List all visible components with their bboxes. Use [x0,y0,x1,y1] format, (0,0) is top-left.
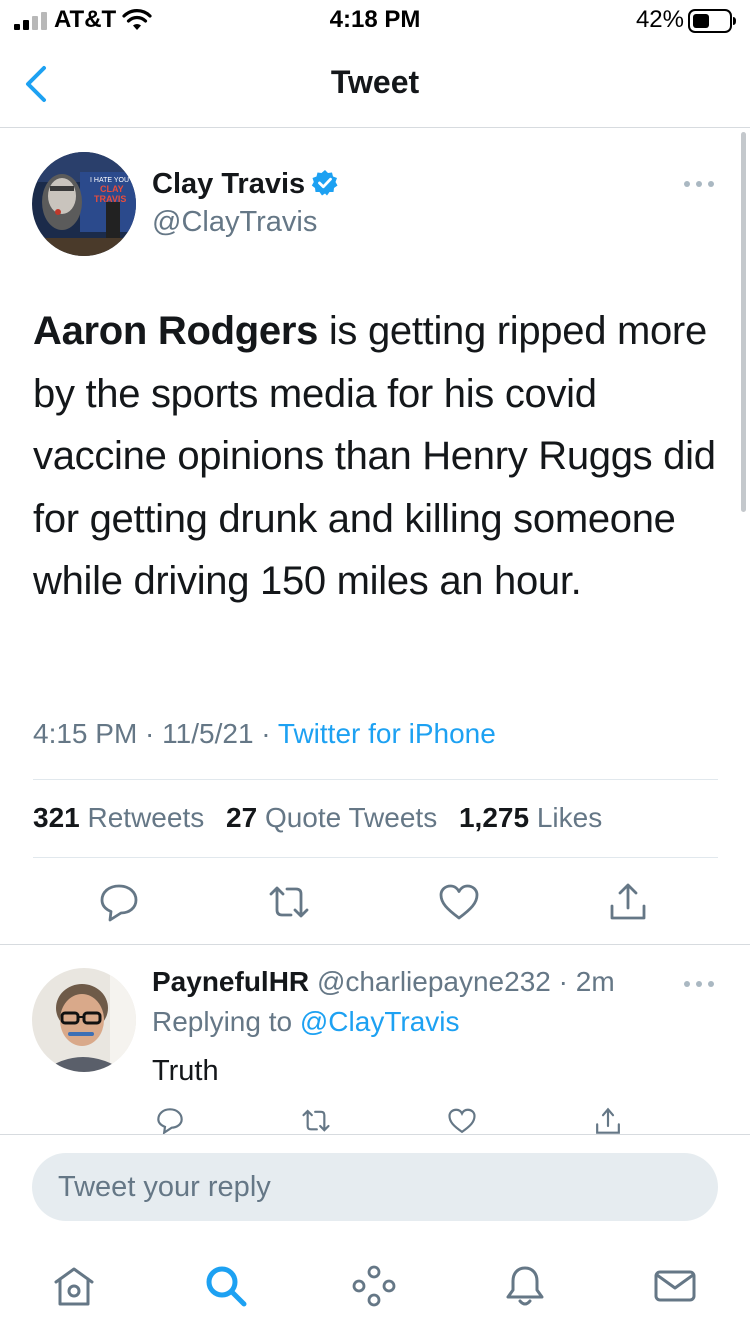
svg-text:TRAVIS: TRAVIS [94,194,126,204]
tweet-text-body: is getting ripped more by the sports med… [33,309,716,603]
battery-percentage: 42% [635,6,684,33]
share-icon[interactable] [606,880,650,924]
page-title: Tweet [330,64,420,100]
navigation-bar: Tweet [0,42,750,128]
reply-text: Truth [152,1055,219,1087]
divider [33,857,718,858]
reply-author-name[interactable]: PaynefulHR [152,966,309,997]
author-name[interactable]: Clay Travis [152,168,339,201]
status-bar: AT&T 4:18 PM 42% [0,0,750,42]
retweet-icon[interactable] [267,880,311,924]
scrollbar[interactable] [741,132,746,512]
spaces-icon[interactable] [350,1262,398,1310]
reply-retweet-icon[interactable] [298,1106,334,1136]
svg-text:CLAY: CLAY [100,184,124,194]
reply-header: PaynefulHR @charliepayne232 · 2m [152,966,615,997]
reply-like-icon[interactable] [444,1106,480,1136]
replying-to: Replying to @ClayTravis [152,1006,460,1037]
battery-icon [688,9,736,33]
reply-more-options-icon[interactable] [682,976,716,992]
replying-to-link[interactable]: @ClayTravis [300,1006,460,1037]
tweet-text: Aaron Rodgers is getting ripped more by … [33,300,723,613]
tweet-stats: 321 Retweets 27 Quote Tweets 1,275 Likes [33,802,602,834]
reply-input[interactable] [32,1153,718,1221]
reply-reply-icon[interactable] [152,1106,188,1136]
likes-stat[interactable]: 1,275 Likes [459,802,602,833]
reply-compose-area [0,1134,750,1234]
reply-icon[interactable] [97,880,141,924]
reply-avatar[interactable] [32,968,136,1072]
retweets-stat[interactable]: 321 Retweets [33,802,204,833]
more-options-icon[interactable] [682,176,716,192]
reply-share-icon[interactable] [590,1106,626,1136]
tab-bar [0,1234,750,1334]
home-icon[interactable] [50,1262,98,1310]
tweet-source-link[interactable]: Twitter for iPhone [278,718,496,749]
reply-author-handle[interactable]: @charliepayne232 [317,966,551,997]
notifications-icon[interactable] [501,1262,549,1310]
search-icon[interactable] [202,1262,250,1310]
tweet-timestamp: 4:15 PM · 11/5/21 · Twitter for iPhone [33,718,496,749]
messages-icon[interactable] [651,1262,699,1310]
divider [33,779,718,780]
author-avatar[interactable]: I HATE YOU CLAY TRAVIS [32,152,136,256]
divider [0,944,750,945]
like-icon[interactable] [437,880,481,924]
verified-badge-icon [311,170,338,196]
quote-tweets-stat[interactable]: 27 Quote Tweets [226,802,437,833]
reply-timestamp: 2m [575,966,615,997]
tweet-text-bold: Aaron Rodgers [33,309,319,353]
svg-text:I HATE YOU: I HATE YOU [90,177,129,184]
author-handle[interactable]: @ClayTravis [152,206,317,239]
